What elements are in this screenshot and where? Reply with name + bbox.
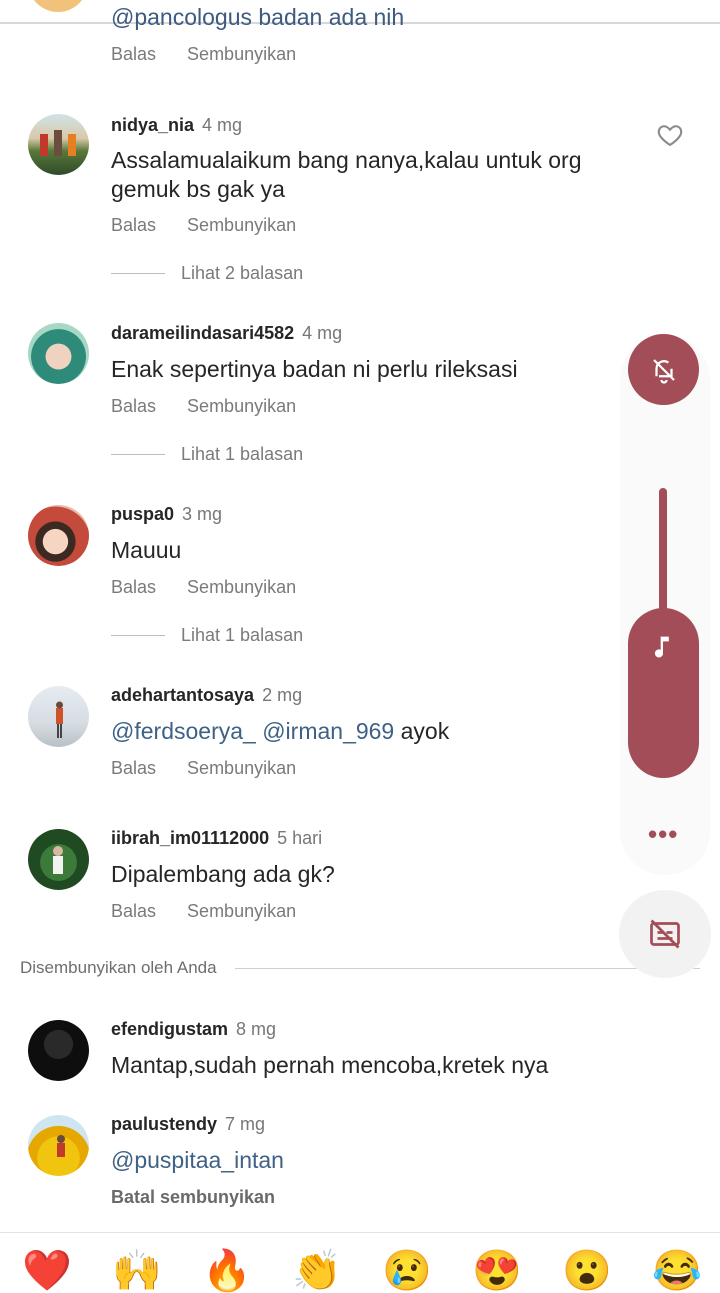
comment-actions: Balas Sembunyikan bbox=[111, 758, 322, 779]
captions-toggle-button[interactable] bbox=[619, 890, 711, 978]
comment-time: 3 mg bbox=[182, 504, 223, 524]
hide-button[interactable]: Sembunyikan bbox=[187, 396, 296, 416]
unhide-button[interactable]: Batal sembunyikan bbox=[111, 1187, 275, 1208]
avatar[interactable] bbox=[28, 114, 89, 175]
comment-time: 4 mg bbox=[302, 323, 343, 343]
comment-text: Assalamualaikum bang nanya,kalau untuk o… bbox=[111, 147, 582, 202]
reply-button[interactable]: Balas bbox=[111, 577, 156, 597]
bell-off-icon bbox=[652, 358, 675, 384]
comment-time: 8 mg bbox=[236, 1019, 277, 1039]
comment-username[interactable]: efendigustam 8 mg bbox=[111, 1019, 276, 1040]
reply-button[interactable]: Balas bbox=[111, 215, 156, 235]
emoji-crying[interactable]: 😢 bbox=[382, 1251, 432, 1291]
hide-button[interactable]: Sembunyikan bbox=[187, 44, 296, 64]
avatar[interactable] bbox=[28, 505, 89, 566]
comment-time: 4 mg bbox=[202, 115, 243, 135]
hidden-section-header: Disembunyikan oleh Anda bbox=[20, 958, 700, 978]
reply-button[interactable]: Balas bbox=[111, 44, 156, 64]
volume-slider-track[interactable] bbox=[659, 488, 667, 616]
emoji-raised-hands[interactable]: 🙌 bbox=[112, 1251, 162, 1291]
mention-link[interactable]: @puspitaa_intan bbox=[111, 1147, 284, 1173]
emoji-quick-bar: ❤️ 🙌 🔥 👏 😢 😍 😮 😂 bbox=[0, 1232, 720, 1291]
hide-button[interactable]: Sembunyikan bbox=[187, 901, 296, 921]
comment-username[interactable]: paulustendy 7 mg bbox=[111, 1114, 265, 1135]
comment-actions: Balas Sembunyikan bbox=[111, 215, 322, 236]
comment-text: Mantap,sudah pernah mencoba,kretek nya bbox=[111, 1052, 549, 1078]
comment-actions: Balas Sembunyikan bbox=[111, 901, 322, 922]
comment-time: 5 hari bbox=[277, 828, 323, 848]
comment-text: Enak sepertinya badan ni perlu rileksasi bbox=[111, 356, 518, 382]
comment-text: @puspitaa_intan bbox=[111, 1146, 621, 1175]
more-options-icon[interactable]: ••• bbox=[648, 819, 678, 850]
comment-text: Dipalembang ada gk? bbox=[111, 861, 335, 887]
comment-username[interactable]: adehartantosaya 2 mg bbox=[111, 685, 302, 706]
avatar[interactable] bbox=[28, 829, 89, 890]
avatar[interactable] bbox=[28, 0, 88, 12]
emoji-clap[interactable]: 👏 bbox=[292, 1251, 342, 1291]
avatar[interactable] bbox=[28, 1020, 89, 1081]
emoji-heart-eyes[interactable]: 😍 bbox=[472, 1251, 522, 1291]
avatar[interactable] bbox=[28, 1115, 89, 1176]
reply-button[interactable]: Balas bbox=[111, 758, 156, 778]
view-replies-button[interactable]: Lihat 2 balasan bbox=[111, 263, 303, 284]
reply-button[interactable]: Balas bbox=[111, 396, 156, 416]
reply-button[interactable]: Balas bbox=[111, 901, 156, 921]
mention-link[interactable]: @ferdsoerya_ bbox=[111, 718, 256, 744]
emoji-laughing[interactable]: 😂 bbox=[652, 1251, 702, 1291]
like-heart-icon[interactable] bbox=[656, 121, 684, 149]
emoji-fire[interactable]: 🔥 bbox=[202, 1251, 252, 1291]
emoji-heart[interactable]: ❤️ bbox=[22, 1251, 72, 1291]
comment-username[interactable]: iibrah_im01112000 5 hari bbox=[111, 828, 322, 849]
comment-text: @pancologus badan ada nih bbox=[111, 4, 405, 30]
comment-text: Mauuu bbox=[111, 537, 182, 563]
comment-username[interactable]: darameilindasari4582 4 mg bbox=[111, 323, 342, 344]
comment-actions: Balas Sembunyikan bbox=[111, 577, 322, 598]
comment-username[interactable]: nidya_nia 4 mg bbox=[111, 115, 242, 136]
avatar[interactable] bbox=[28, 323, 89, 384]
hide-button[interactable]: Sembunyikan bbox=[187, 577, 296, 597]
mention-link[interactable]: @irman_969 bbox=[262, 718, 394, 744]
comment-actions: Balas Sembunyikan bbox=[111, 44, 322, 65]
divider bbox=[234, 967, 700, 969]
avatar[interactable] bbox=[28, 686, 89, 747]
music-note-icon bbox=[649, 632, 677, 660]
comment-text: @ferdsoerya_ @irman_969 ayok bbox=[111, 718, 450, 744]
hide-button[interactable]: Sembunyikan bbox=[187, 215, 296, 235]
hidden-section-label: Disembunyikan oleh Anda bbox=[20, 958, 217, 977]
emoji-surprised[interactable]: 😮 bbox=[562, 1251, 612, 1291]
view-replies-button[interactable]: Lihat 1 balasan bbox=[111, 625, 303, 646]
view-replies-button[interactable]: Lihat 1 balasan bbox=[111, 444, 303, 465]
hide-button[interactable]: Sembunyikan bbox=[187, 758, 296, 778]
captions-off-icon bbox=[650, 919, 680, 949]
mute-toggle-button[interactable] bbox=[628, 334, 699, 405]
comment-actions: Balas Sembunyikan bbox=[111, 396, 322, 417]
comment-time: 7 mg bbox=[225, 1114, 266, 1134]
comment-time: 2 mg bbox=[262, 685, 303, 705]
comment-username[interactable]: puspa0 3 mg bbox=[111, 504, 222, 525]
